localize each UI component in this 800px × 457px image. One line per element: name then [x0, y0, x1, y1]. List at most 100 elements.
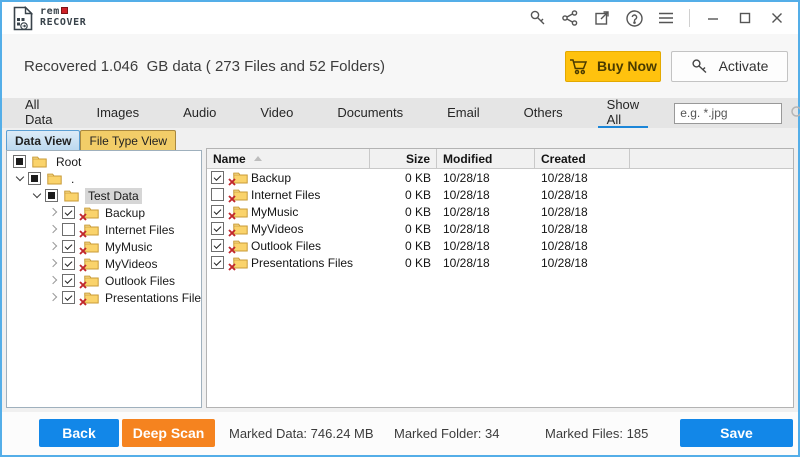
filter-tabs: All Data Images Audio Video Documents Email Ot… [16, 98, 674, 128]
table-row-myvideos[interactable]: MyVideos0 KB10/28/1810/28/18 [207, 220, 793, 237]
chevron-right-icon[interactable] [47, 205, 62, 220]
maximize-button[interactable] [730, 5, 760, 31]
row-created: 10/28/18 [535, 188, 630, 202]
chevron-right-icon[interactable] [47, 256, 62, 271]
chevron-right-icon[interactable] [47, 239, 62, 254]
deleted-x-icon [228, 195, 236, 203]
tree-checkbox[interactable] [62, 257, 75, 270]
table-row-backup[interactable]: Backup0 KB10/28/1810/28/18 [207, 169, 793, 186]
row-created: 10/28/18 [535, 239, 630, 253]
column-header-modified[interactable]: Modified [437, 149, 535, 168]
tree-item-outlook-files[interactable]: Outlook Files [7, 272, 201, 289]
row-checkbox[interactable] [211, 205, 224, 218]
external-link-icon[interactable] [587, 5, 617, 31]
row-modified: 10/28/18 [437, 222, 535, 236]
view-tabs: Data View File Type View [6, 130, 202, 150]
row-name: MyVideos [251, 222, 303, 236]
row-checkbox[interactable] [211, 188, 224, 201]
tree-item-label: Presentations Files [102, 290, 202, 306]
tree-checkbox[interactable] [62, 240, 75, 253]
deleted-x-icon [228, 246, 236, 254]
row-checkbox[interactable] [211, 171, 224, 184]
deleted-folder-icon [228, 239, 248, 253]
tree-checkbox[interactable] [62, 291, 75, 304]
chevron-right-icon[interactable] [47, 222, 62, 237]
marked-data-stat: Marked Data: 746.24 MB [229, 426, 374, 441]
column-header-name[interactable]: Name [207, 149, 370, 168]
chevron-right-icon[interactable] [47, 273, 62, 288]
close-button[interactable] [762, 5, 792, 31]
folder-icon-wrap [30, 155, 50, 169]
table-row-mymusic[interactable]: MyMusic0 KB10/28/1810/28/18 [207, 203, 793, 220]
titlebar-separator [689, 9, 690, 27]
app-window: rem RECOVER [0, 0, 800, 457]
back-button[interactable]: Back [39, 419, 119, 447]
share-icon[interactable] [555, 5, 585, 31]
tab-file-type-view[interactable]: File Type View [80, 130, 176, 150]
tree-item-label: Backup [102, 205, 148, 221]
tree-item-label: Root [53, 154, 84, 170]
row-checkbox[interactable] [211, 239, 224, 252]
tree-checkbox[interactable] [62, 274, 75, 287]
tree-item-internet-files[interactable]: Internet Files [7, 221, 201, 238]
search-input[interactable] [674, 103, 782, 124]
activate-button[interactable]: Activate [671, 51, 788, 82]
tree-item-mymusic[interactable]: MyMusic [7, 238, 201, 255]
deleted-folder-icon [228, 256, 248, 270]
tree-item-myvideos[interactable]: MyVideos [7, 255, 201, 272]
menu-icon[interactable] [651, 5, 681, 31]
deleted-folder-icon [79, 291, 99, 305]
row-checkbox[interactable] [211, 222, 224, 235]
deleted-x-icon [228, 212, 236, 220]
chevron-down-icon[interactable] [30, 188, 45, 203]
activate-label: Activate [719, 58, 769, 74]
buy-now-button[interactable]: Buy Now [565, 51, 661, 82]
search-button[interactable]: Search [790, 105, 800, 121]
row-name: Presentations Files [251, 256, 353, 270]
row-modified: 10/28/18 [437, 256, 535, 270]
filter-tab-show-all[interactable]: Show All [598, 98, 649, 128]
filter-tab-documents[interactable]: Documents [328, 98, 412, 128]
tree-checkbox[interactable] [13, 155, 26, 168]
deleted-x-icon [79, 230, 87, 238]
tree-item-root[interactable]: Root [7, 153, 201, 170]
table-row-internet-files[interactable]: Internet Files0 KB10/28/1810/28/18 [207, 186, 793, 203]
tab-data-view[interactable]: Data View [6, 130, 80, 150]
file-list-panel: Name Size Modified Created Backup0 KB10/… [206, 148, 794, 408]
tree-item-[interactable]: . [7, 170, 201, 187]
tree-checkbox[interactable] [62, 206, 75, 219]
table-row-presentations-files[interactable]: Presentations Files0 KB10/28/1810/28/18 [207, 254, 793, 271]
tree-checkbox[interactable] [28, 172, 41, 185]
row-modified: 10/28/18 [437, 205, 535, 219]
filter-tab-all-data[interactable]: All Data [16, 98, 61, 128]
row-checkbox[interactable] [211, 256, 224, 269]
minimize-button[interactable] [698, 5, 728, 31]
save-button[interactable]: Save [680, 419, 793, 447]
filter-tab-images[interactable]: Images [87, 98, 148, 128]
folder-icon-wrap [45, 172, 65, 186]
tree-checkbox[interactable] [62, 223, 75, 236]
filter-tab-audio[interactable]: Audio [174, 98, 225, 128]
deleted-folder-icon [228, 171, 248, 185]
tree-checkbox[interactable] [45, 189, 58, 202]
deep-scan-button[interactable]: Deep Scan [122, 419, 215, 447]
key-icon[interactable] [523, 5, 553, 31]
deleted-folder-icon [228, 222, 248, 236]
file-rows: Backup0 KB10/28/1810/28/18Internet Files… [207, 169, 793, 407]
folder-icon [32, 155, 47, 168]
chevron-right-icon[interactable] [47, 290, 62, 305]
column-header-size[interactable]: Size [370, 149, 437, 168]
titlebar-icons [523, 5, 792, 31]
tree-item-presentations-files[interactable]: Presentations Files [7, 289, 201, 306]
filter-tab-email[interactable]: Email [438, 98, 489, 128]
column-header-created[interactable]: Created [535, 149, 630, 168]
row-created: 10/28/18 [535, 256, 630, 270]
filter-tab-others[interactable]: Others [515, 98, 572, 128]
chevron-down-icon[interactable] [13, 171, 28, 186]
table-row-outlook-files[interactable]: Outlook Files0 KB10/28/1810/28/18 [207, 237, 793, 254]
tree-item-test-data[interactable]: Test Data [7, 187, 201, 204]
tree-item-backup[interactable]: Backup [7, 204, 201, 221]
help-icon[interactable] [619, 5, 649, 31]
filter-tab-video[interactable]: Video [251, 98, 302, 128]
deleted-folder-icon [79, 223, 99, 237]
